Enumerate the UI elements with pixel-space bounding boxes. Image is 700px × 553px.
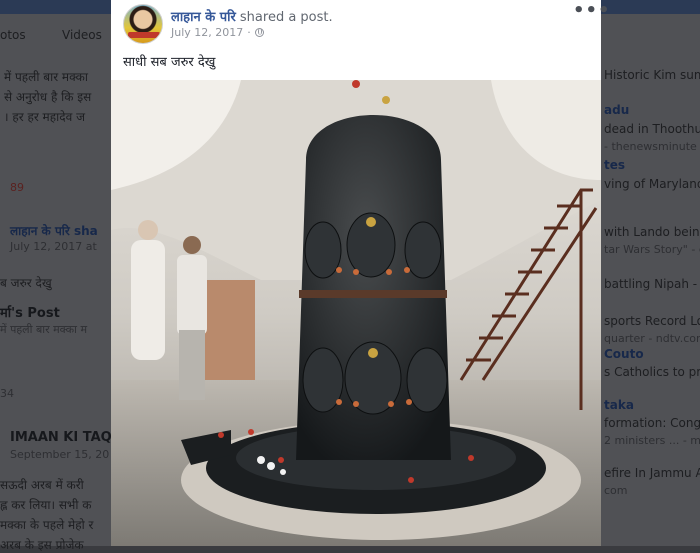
background-feed-text: September 15, 20 xyxy=(10,448,110,461)
background-trending-text: tes xyxy=(604,158,626,172)
background-trending-text: efire In Jammu An xyxy=(604,466,700,480)
background-feed-text: र्मा's Post xyxy=(0,306,60,321)
author-name-link[interactable]: लाहान के परि xyxy=(171,10,236,25)
background-trending-text: Historic Kim summ xyxy=(604,68,700,82)
background-feed-text: 34 xyxy=(0,387,14,400)
post-caption: साधी सब जरुर देखु xyxy=(123,55,216,70)
background-feed-text: 89 xyxy=(10,181,24,194)
background-trending-text: sports Record Loss xyxy=(604,314,700,328)
background-trending-text: ving of Maryland p xyxy=(604,177,700,191)
background-trending-text: com xyxy=(604,484,628,497)
shivling-photo-illustration xyxy=(111,80,601,546)
background-trending-text: formation: Congre xyxy=(604,416,700,430)
background-feed-text: ब जरुर देखु xyxy=(0,276,52,290)
background-trending-text: - thenewsminute xyxy=(604,140,697,153)
background-feed-text: सऊदी अरब में करी xyxy=(0,478,84,492)
background-trending-text: tar Wars Story" - c xyxy=(604,243,700,256)
more-options-icon[interactable]: ••• xyxy=(573,2,611,20)
globe-icon[interactable] xyxy=(254,28,264,37)
background-trending-text: 2 ministers ... - me xyxy=(604,434,700,447)
background-trending-text: quarter - ndtv.com xyxy=(604,332,700,345)
meta-separator: · xyxy=(247,26,251,39)
post-date-link[interactable]: July 12, 2017 xyxy=(171,26,243,39)
background-feed-text: अरब के इस प्रोजेक xyxy=(0,538,84,552)
background-trending-text: adu xyxy=(604,103,630,117)
background-feed-text: मक्का के पहले मेहो र xyxy=(0,518,94,532)
background-trending-text: Couto xyxy=(604,347,644,361)
background-feed-text: से अनुरोध है कि इस xyxy=(4,90,92,104)
background-feed-text: में पहली बार मक्का म xyxy=(0,323,88,336)
background-trending-text: s Catholics to pray xyxy=(604,365,700,379)
background-feed-text: otos xyxy=(0,28,26,42)
background-feed-text: । हर हर महादेव ज xyxy=(4,110,85,124)
background-feed-text: Videos xyxy=(62,28,102,42)
background-trending-text: battling Nipah - bb xyxy=(604,277,700,291)
author-action-text: shared a post. xyxy=(235,10,333,25)
background-feed-text: July 12, 2017 at xyxy=(10,240,97,253)
post-header: लाहान के परि shared a post. xyxy=(171,7,333,25)
background-feed-text: IMAAN KI TAQA xyxy=(10,430,122,445)
post-photo[interactable] xyxy=(111,80,601,546)
background-trending-text: dead in Thoothuk xyxy=(604,122,700,136)
background-feed-text: ह्ल कर लिया। सभी क xyxy=(0,498,92,512)
background-trending-text: with Lando being xyxy=(604,225,700,239)
post-meta: July 12, 2017 · xyxy=(171,26,264,39)
avatar[interactable] xyxy=(123,4,163,44)
background-feed-text: में पहली बार मक्का xyxy=(4,70,88,84)
background-feed-text: लाहान के परि sha xyxy=(10,224,98,238)
background-trending-text: taka xyxy=(604,398,634,412)
post-modal: लाहान के परि shared a post. July 12, 201… xyxy=(111,0,610,546)
